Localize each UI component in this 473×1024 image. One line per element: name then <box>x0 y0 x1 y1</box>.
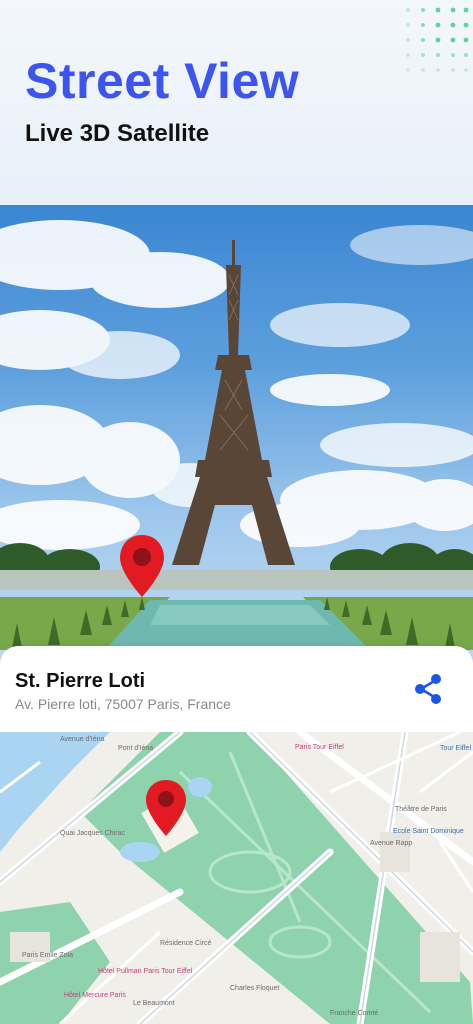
map-label: Charles Floquet <box>230 985 280 992</box>
map-label: Pont d'Iéna <box>118 745 154 752</box>
map-label: Tour Eiffel <box>440 745 471 752</box>
map-label: Quai Jacques Chirac <box>60 830 125 837</box>
share-icon <box>415 674 441 704</box>
map-canvas <box>0 732 473 1024</box>
dot-grid-icon <box>406 7 469 72</box>
place-address: Av. Pierre loti, 75007 Paris, France <box>15 696 231 712</box>
app-subtitle: Live 3D Satellite <box>25 120 210 147</box>
street-view-photo[interactable] <box>0 205 473 675</box>
map-label: Résidence Circé <box>160 940 212 947</box>
map-label: Franche Comté <box>330 1010 379 1017</box>
map-label: Le Beaumont <box>133 1000 175 1007</box>
place-info-card[interactable]: St. Pierre Loti Av. Pierre loti, 75007 P… <box>0 646 473 732</box>
map-label: Ecole Saint Dominique <box>393 828 464 835</box>
map-label: Théâtre de Paris <box>395 806 447 813</box>
map-label: Hôtel Mercure Paris <box>64 992 126 999</box>
map-label: Avenue Rapp <box>370 840 413 847</box>
header: Street View Live 3D Satellite <box>0 0 473 205</box>
share-button[interactable] <box>410 671 446 707</box>
map-view[interactable]: Avenue d'Iéna Pont d'Iéna Quai Jacques Chi… <box>0 732 473 1024</box>
map-label: Paris Tour Eiffel <box>295 744 344 751</box>
eiffel-tower-scene <box>0 220 473 650</box>
map-label: Avenue d'Iéna <box>60 736 105 743</box>
map-label: Paris Emile Zola <box>22 952 73 959</box>
map-label: Hôtel Pullman Paris Tour Eiffel <box>98 968 193 975</box>
place-name: St. Pierre Loti <box>15 670 146 692</box>
app-title: Street View <box>25 53 300 109</box>
